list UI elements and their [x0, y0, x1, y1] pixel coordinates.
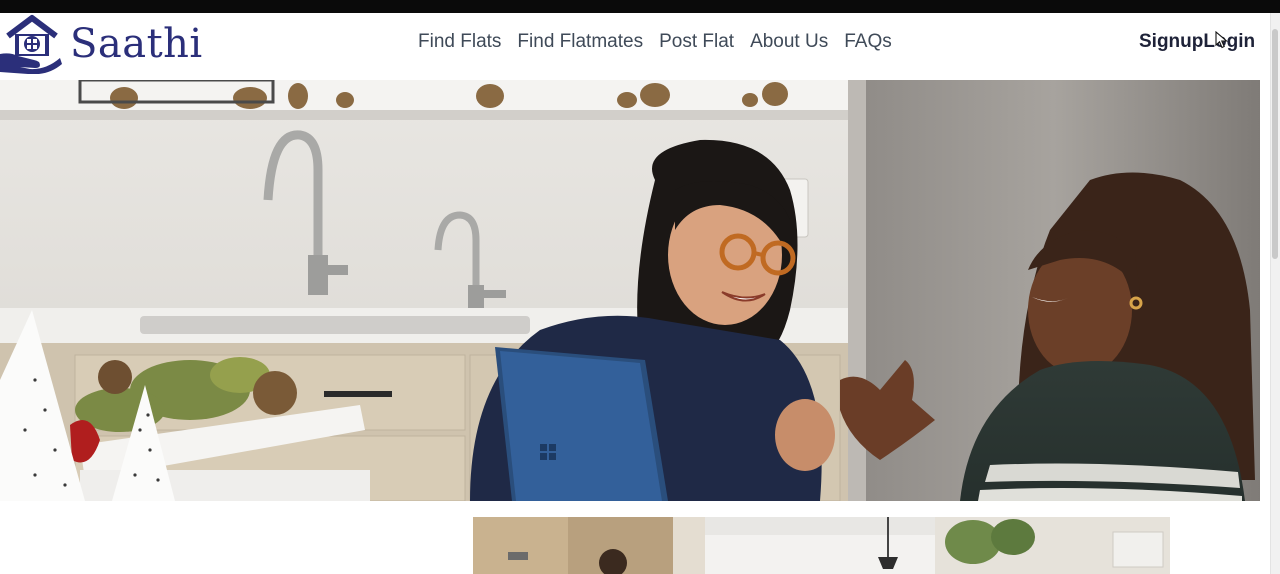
login-link[interactable]: Login [1203, 31, 1255, 53]
room-photo-thumbnails [473, 517, 1170, 574]
hero-photo-two-women-in-kitchen-with-laptop [0, 80, 1260, 501]
page-scrollbar[interactable] [1270, 13, 1280, 574]
top-window-bar [0, 0, 1280, 13]
nav-find-flats[interactable]: Find Flats [418, 31, 501, 53]
hero-banner [0, 80, 1260, 501]
main-nav: Find Flats Find Flatmates Post Flat Abou… [418, 31, 908, 53]
nav-about-us[interactable]: About Us [750, 31, 828, 53]
brand-name: Saathi [70, 21, 203, 67]
nav-post-flat[interactable]: Post Flat [659, 31, 734, 53]
nav-faqs[interactable]: FAQs [844, 31, 892, 53]
auth-links: Signup Login [1139, 31, 1255, 53]
brand-logo-link[interactable]: Saathi [0, 13, 203, 75]
nav-find-flatmates[interactable]: Find Flatmates [517, 31, 643, 53]
house-in-hand-icon [0, 15, 62, 74]
site-header: Saathi Find Flats Find Flatmates Post Fl… [0, 13, 1270, 80]
signup-link[interactable]: Signup [1139, 31, 1203, 53]
room-thumbnails [473, 517, 1170, 574]
mouse-cursor-icon [1215, 31, 1228, 49]
scrollbar-thumb[interactable] [1272, 29, 1278, 259]
